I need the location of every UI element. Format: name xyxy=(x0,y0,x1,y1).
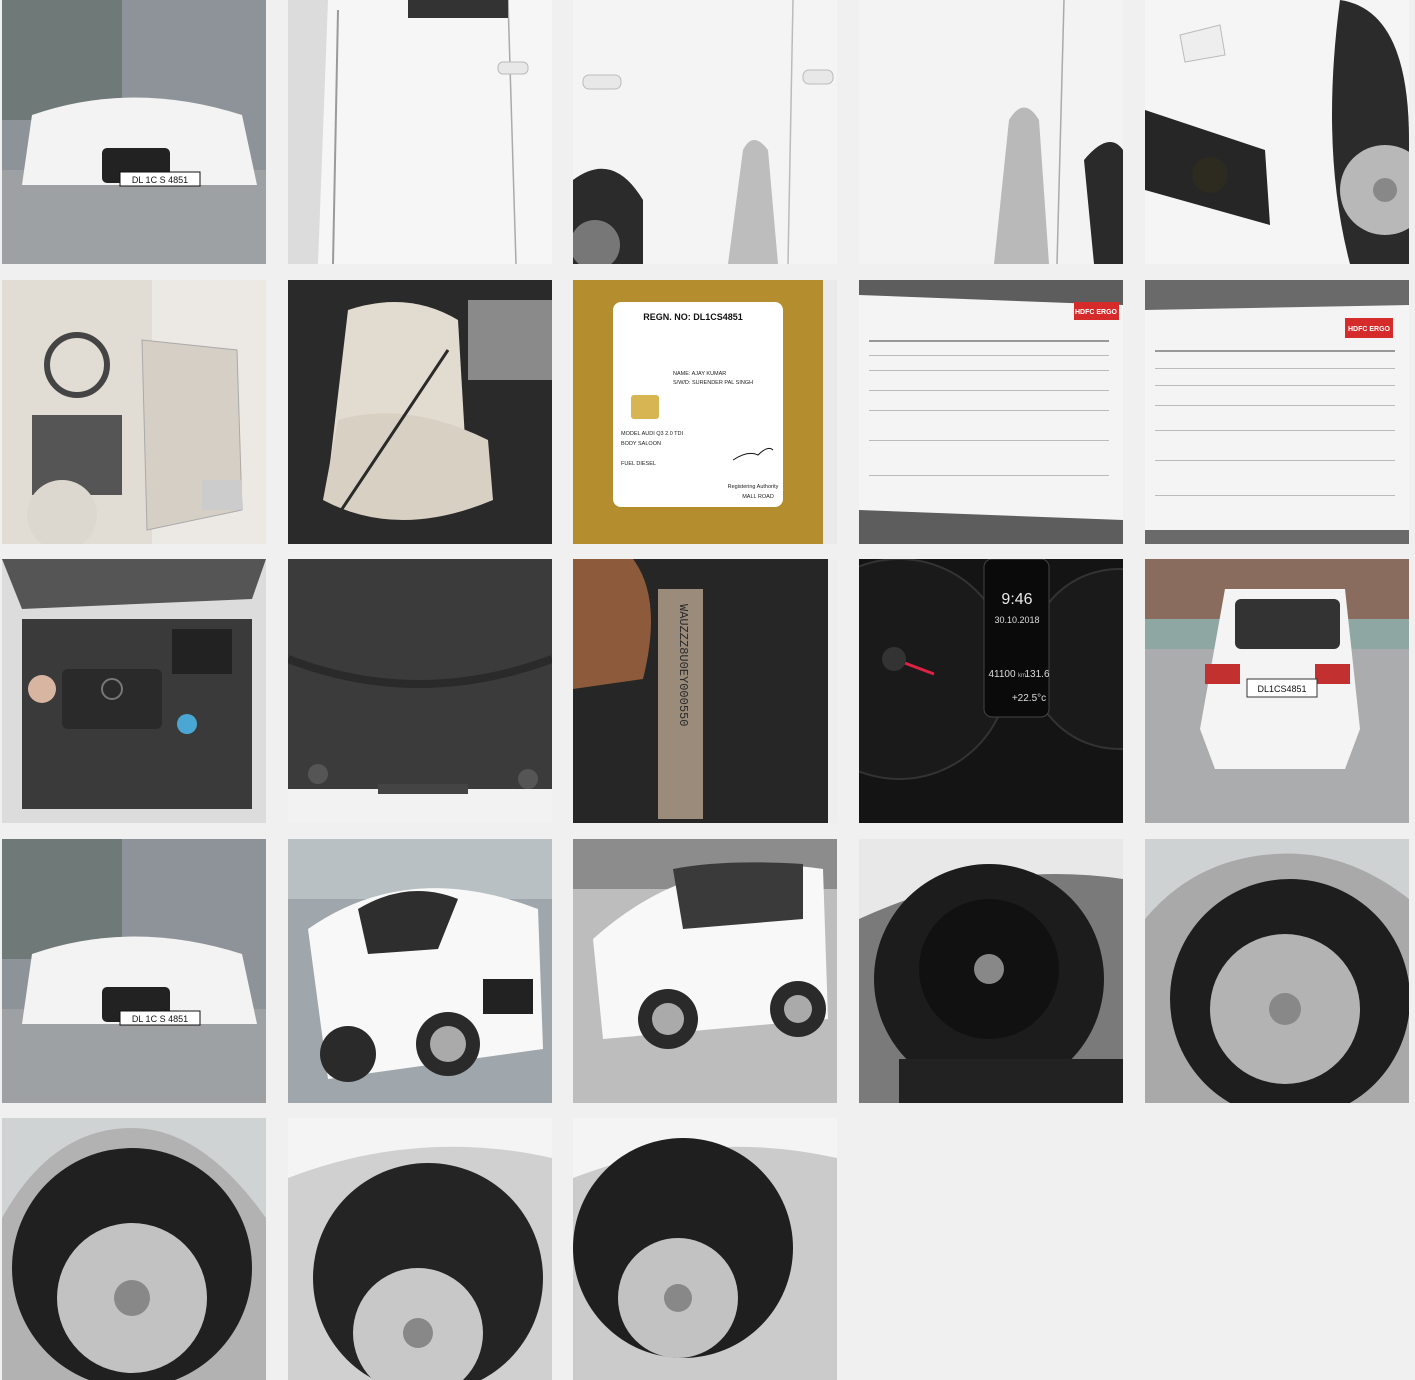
card-body: BODY SALOON xyxy=(621,441,661,447)
photo-front-view-2[interactable]: DL 1C S 4851 xyxy=(2,839,266,1103)
interior-seat-image xyxy=(288,280,552,544)
photo-underbody[interactable] xyxy=(288,559,552,823)
insurance-brand-1: HDFC ERGO xyxy=(1075,309,1118,316)
cluster-time: 9:46 xyxy=(1001,591,1032,608)
photo-side-quarter-view[interactable] xyxy=(573,839,837,1103)
photo-front-view[interactable]: DL 1C S 4851 xyxy=(2,0,266,264)
photo-insurance-policy-2[interactable]: HDFC ERGO xyxy=(1145,280,1409,544)
front-tyre-image xyxy=(1145,839,1409,1103)
insurance-policy-image-1: HDFC ERGO xyxy=(859,280,1123,544)
insurance-policy-image-2: HDFC ERGO xyxy=(1145,280,1409,544)
chassis-vin: WAUZZZ8U0EY000550 xyxy=(676,604,690,726)
photo-insurance-policy-1[interactable]: HDFC ERGO xyxy=(859,280,1123,544)
cluster-temperature: +22.5°c xyxy=(1012,693,1046,704)
photo-rear-tyre-3[interactable] xyxy=(573,1118,837,1380)
side-door-image xyxy=(288,0,552,264)
photo-engine-bay[interactable] xyxy=(2,559,266,823)
photo-side-door-shadow[interactable] xyxy=(573,0,837,264)
photo-instrument-cluster[interactable]: 9:46 30.10.2018 41100 km 131.6 +22.5°c xyxy=(859,559,1123,823)
rear-tyre-image-3 xyxy=(573,1118,837,1380)
underbody-image xyxy=(288,559,552,823)
insurance-brand-2: HDFC ERGO xyxy=(1348,326,1391,333)
photo-front-bumper[interactable] xyxy=(1145,0,1409,264)
cluster-date: 30.10.2018 xyxy=(994,615,1039,625)
front-quarter-image xyxy=(288,839,552,1103)
card-authority: Registering Authority xyxy=(728,484,779,490)
card-relation: S/W/D: SURENDER PAL SINGH xyxy=(673,380,753,386)
chassis-number-image: WAUZZZ8U0EY000550 xyxy=(573,559,837,823)
card-owner: NAME: AJAY KUMAR xyxy=(673,371,726,377)
photo-registration-card[interactable]: REGN. NO: DL1CS4851 NAME: AJAY KUMAR S/W… xyxy=(573,280,837,544)
registration-card-image: REGN. NO: DL1CS4851 NAME: AJAY KUMAR S/W… xyxy=(573,280,837,544)
side-door-shadow-image xyxy=(573,0,837,264)
front-view-image-2: DL 1C S 4851 xyxy=(2,839,266,1103)
front-view-image: DL 1C S 4851 xyxy=(2,0,266,264)
front-plate-2: DL 1C S 4851 xyxy=(132,1014,188,1024)
instrument-cluster-image: 9:46 30.10.2018 41100 km 131.6 +22.5°c xyxy=(859,559,1123,823)
front-plate: DL 1C S 4851 xyxy=(132,175,188,185)
rear-tyre-image-1 xyxy=(2,1118,266,1380)
cluster-odometer: 41100 xyxy=(988,669,1016,680)
interior-dashboard-image xyxy=(2,280,266,544)
photo-rear-view[interactable]: DL1CS4851 xyxy=(1145,559,1409,823)
photo-chassis-number[interactable]: WAUZZZ8U0EY000550 xyxy=(573,559,837,823)
rear-tyre-image-2 xyxy=(288,1118,552,1380)
spare-wheel-image xyxy=(859,839,1123,1103)
engine-bay-image xyxy=(2,559,266,823)
photo-interior-dashboard[interactable] xyxy=(2,280,266,544)
rear-plate: DL1CS4851 xyxy=(1257,684,1306,694)
photo-rear-tyre-1[interactable] xyxy=(2,1118,266,1380)
front-bumper-image xyxy=(1145,0,1409,264)
photo-gallery: DL 1C S 4851 REGN. NO: DL1CS4851 NAME: A… xyxy=(0,0,1415,1380)
rear-view-image: DL1CS4851 xyxy=(1145,559,1409,823)
photo-rear-tyre-2[interactable] xyxy=(288,1118,552,1380)
card-model: MODEL AUDI Q3 2.0 TDI xyxy=(621,431,684,437)
photo-rear-door-shadow[interactable] xyxy=(859,0,1123,264)
photo-side-door-panel[interactable] xyxy=(288,0,552,264)
card-fuel: FUEL DIESEL xyxy=(621,461,656,467)
photo-front-tyre[interactable] xyxy=(1145,839,1409,1103)
rear-door-shadow-image xyxy=(859,0,1123,264)
side-quarter-image xyxy=(573,839,837,1103)
photo-front-quarter-view[interactable] xyxy=(288,839,552,1103)
photo-spare-wheel[interactable] xyxy=(859,839,1123,1103)
card-title: REGN. NO: DL1CS4851 xyxy=(643,312,743,322)
card-office: MALL ROAD xyxy=(742,494,774,500)
photo-interior-seat[interactable] xyxy=(288,280,552,544)
cluster-trip: 131.6 xyxy=(1024,669,1049,680)
